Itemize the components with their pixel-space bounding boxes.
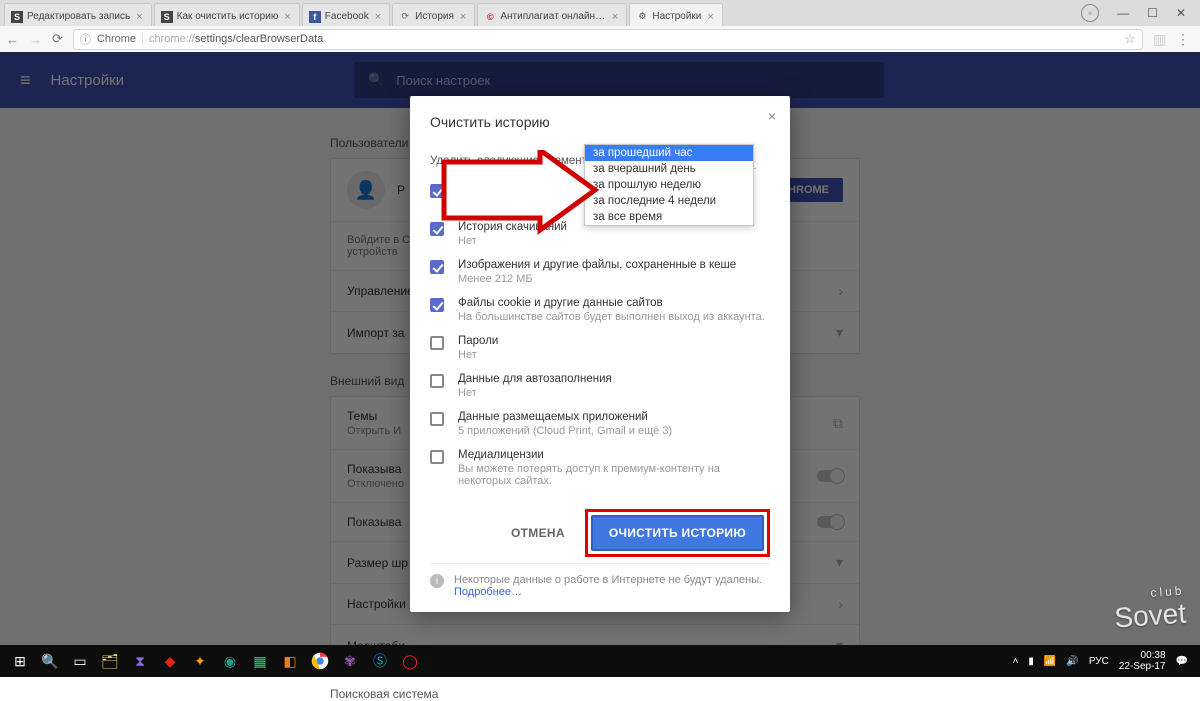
close-icon[interactable]: × [705, 11, 715, 23]
address-url: chrome://settings/clearBrowserData [149, 33, 323, 45]
address-bar[interactable]: ⓘ Chrome chrome://settings/clearBrowserD… [73, 29, 1143, 50]
start-icon[interactable]: ⊞ [6, 647, 34, 675]
address-origin: Chrome [97, 33, 143, 45]
favicon-s-icon: S [161, 11, 173, 23]
clock[interactable]: 00:38 22-Sep-17 [1119, 650, 1166, 672]
opera-icon[interactable]: ◯ [396, 647, 424, 675]
info-icon: i [430, 574, 444, 588]
favicon-copyright-icon: © [484, 11, 496, 23]
app-icon-1[interactable]: ⧗ [126, 647, 154, 675]
menu-dots-icon[interactable]: ⋮ [1176, 31, 1190, 48]
checkbox[interactable] [430, 222, 444, 236]
highlight-box: ОЧИСТИТЬ ИСТОРИЮ [585, 509, 770, 557]
app-icon-5[interactable]: ◧ [276, 647, 304, 675]
tab-title: Редактировать запись [27, 11, 130, 22]
dialog-actions: ОТМЕНА ОЧИСТИТЬ ИСТОРИЮ [430, 499, 770, 563]
panel-icon[interactable]: ▥ [1153, 31, 1166, 48]
watermark: club Sovet [1113, 584, 1188, 636]
time-option-day[interactable]: за вчерашний день [585, 161, 753, 177]
learn-more-link[interactable]: Подробнее… [454, 586, 522, 598]
tab-title: Как очистить историю [177, 11, 279, 22]
tab-4[interactable]: © Антиплагиат онлайн, пр × [477, 3, 627, 26]
chrome-icon[interactable] [306, 647, 334, 675]
section-search: Поисковая система [330, 687, 1200, 701]
tab-title: Антиплагиат онлайн, пр [500, 11, 606, 22]
close-icon[interactable]: × [610, 11, 620, 23]
browser-chrome: S Редактировать запись × S Как очистить … [0, 0, 1200, 52]
close-window-icon[interactable]: ✕ [1176, 6, 1186, 20]
acrobat-icon[interactable]: ◆ [156, 647, 184, 675]
tray-chevron-icon[interactable]: ˄ [1013, 656, 1019, 667]
volume-icon[interactable]: 🔊 [1066, 656, 1078, 667]
tab-title: История [415, 11, 454, 22]
item-hosted-apps: Данные размещаемых приложений5 приложени… [430, 411, 770, 437]
checkbox[interactable] [430, 298, 444, 312]
footer-text: Некоторые данные о работе в Интернете не… [454, 574, 762, 586]
back-icon[interactable]: ← [6, 32, 19, 47]
window-controls: ◦ — ☐ ✕ [1067, 0, 1200, 26]
minimize-icon[interactable]: — [1117, 6, 1129, 20]
explorer-icon[interactable]: 🗂 [96, 647, 124, 675]
profile-icon[interactable]: ◦ [1081, 4, 1099, 22]
checkbox[interactable] [430, 184, 444, 198]
tab-title: Настройки [652, 11, 701, 22]
tab-2[interactable]: f Facebook × [302, 3, 390, 26]
dialog-close-icon[interactable]: × [768, 108, 776, 124]
favicon-history-icon: ⟳ [399, 11, 411, 23]
tab-3[interactable]: ⟳ История × [392, 3, 475, 26]
search-icon[interactable]: 🔍 [36, 647, 64, 675]
favicon-s-icon: S [11, 11, 23, 23]
time-option-all[interactable]: за все время [585, 209, 753, 225]
tab-0[interactable]: S Редактировать запись × [4, 3, 152, 26]
taskview-icon[interactable]: ▭ [66, 647, 94, 675]
notifications-icon[interactable]: 💬 [1176, 656, 1188, 667]
clear-history-dialog: × Очистить историю Удалить следующие эле… [410, 96, 790, 612]
item-cache: Изображения и другие файлы, сохраненные … [430, 259, 770, 285]
app-icon-6[interactable]: ✾ [336, 647, 364, 675]
time-option-week[interactable]: за прошлую неделю [585, 177, 753, 193]
wifi-icon[interactable]: 📶 [1044, 656, 1056, 667]
close-icon[interactable]: × [282, 11, 292, 23]
taskbar: ⊞ 🔍 ▭ 🗂 ⧗ ◆ ✦ ◉ ▦ ◧ ✾ Ⓢ ◯ ˄ ▮ 📶 🔊 РУС 00… [0, 645, 1200, 677]
app-icon-3[interactable]: ◉ [216, 647, 244, 675]
time-option-hour[interactable]: за прошедший час [585, 145, 753, 161]
item-passwords: ПаролиНет [430, 335, 770, 361]
cancel-button[interactable]: ОТМЕНА [505, 518, 571, 548]
close-icon[interactable]: × [134, 11, 144, 23]
item-media-licenses: МедиалицензииВы можете потерять доступ к… [430, 449, 770, 487]
nav-toolbar: ← → ⟳ ⓘ Chrome chrome://settings/clearBr… [0, 26, 1200, 52]
favicon-gear-icon: ⚙ [636, 11, 648, 23]
app-icon-2[interactable]: ✦ [186, 647, 214, 675]
item-cookies: Файлы cookie и другие данные сайтовНа бо… [430, 297, 770, 323]
time-range-dropdown[interactable]: за прошедший час за вчерашний день за пр… [584, 144, 754, 226]
checkbox[interactable] [430, 374, 444, 388]
checkbox[interactable] [430, 412, 444, 426]
info-icon[interactable]: ⓘ [80, 31, 91, 47]
reload-icon[interactable]: ⟳ [52, 31, 63, 47]
checkbox[interactable] [430, 260, 444, 274]
item-autofill: Данные для автозаполненияНет [430, 373, 770, 399]
favicon-facebook-icon: f [309, 11, 321, 23]
tab-strip: S Редактировать запись × S Как очистить … [0, 0, 1200, 26]
forward-icon: → [29, 32, 42, 47]
app-icon-4[interactable]: ▦ [246, 647, 274, 675]
close-icon[interactable]: × [458, 11, 468, 23]
clear-history-button[interactable]: ОЧИСТИТЬ ИСТОРИЮ [591, 515, 764, 551]
close-icon[interactable]: × [373, 11, 383, 23]
tab-title: Facebook [325, 11, 369, 22]
skype-icon[interactable]: Ⓢ [366, 647, 394, 675]
tab-5-active[interactable]: ⚙ Настройки × [629, 3, 722, 26]
star-icon[interactable]: ☆ [1124, 31, 1136, 47]
language-indicator[interactable]: РУС [1089, 656, 1109, 667]
checkbox[interactable] [430, 450, 444, 464]
battery-icon[interactable]: ▮ [1028, 656, 1034, 667]
system-tray: ˄ ▮ 📶 🔊 РУС 00:38 22-Sep-17 💬 [1013, 650, 1194, 672]
dialog-footer: i Некоторые данные о работе в Интернете … [430, 563, 770, 598]
dialog-title: Очистить историю [430, 114, 770, 130]
tab-1[interactable]: S Как очистить историю × [154, 3, 300, 26]
time-option-4weeks[interactable]: за последние 4 недели [585, 193, 753, 209]
checkbox[interactable] [430, 336, 444, 350]
maximize-icon[interactable]: ☐ [1147, 6, 1158, 20]
